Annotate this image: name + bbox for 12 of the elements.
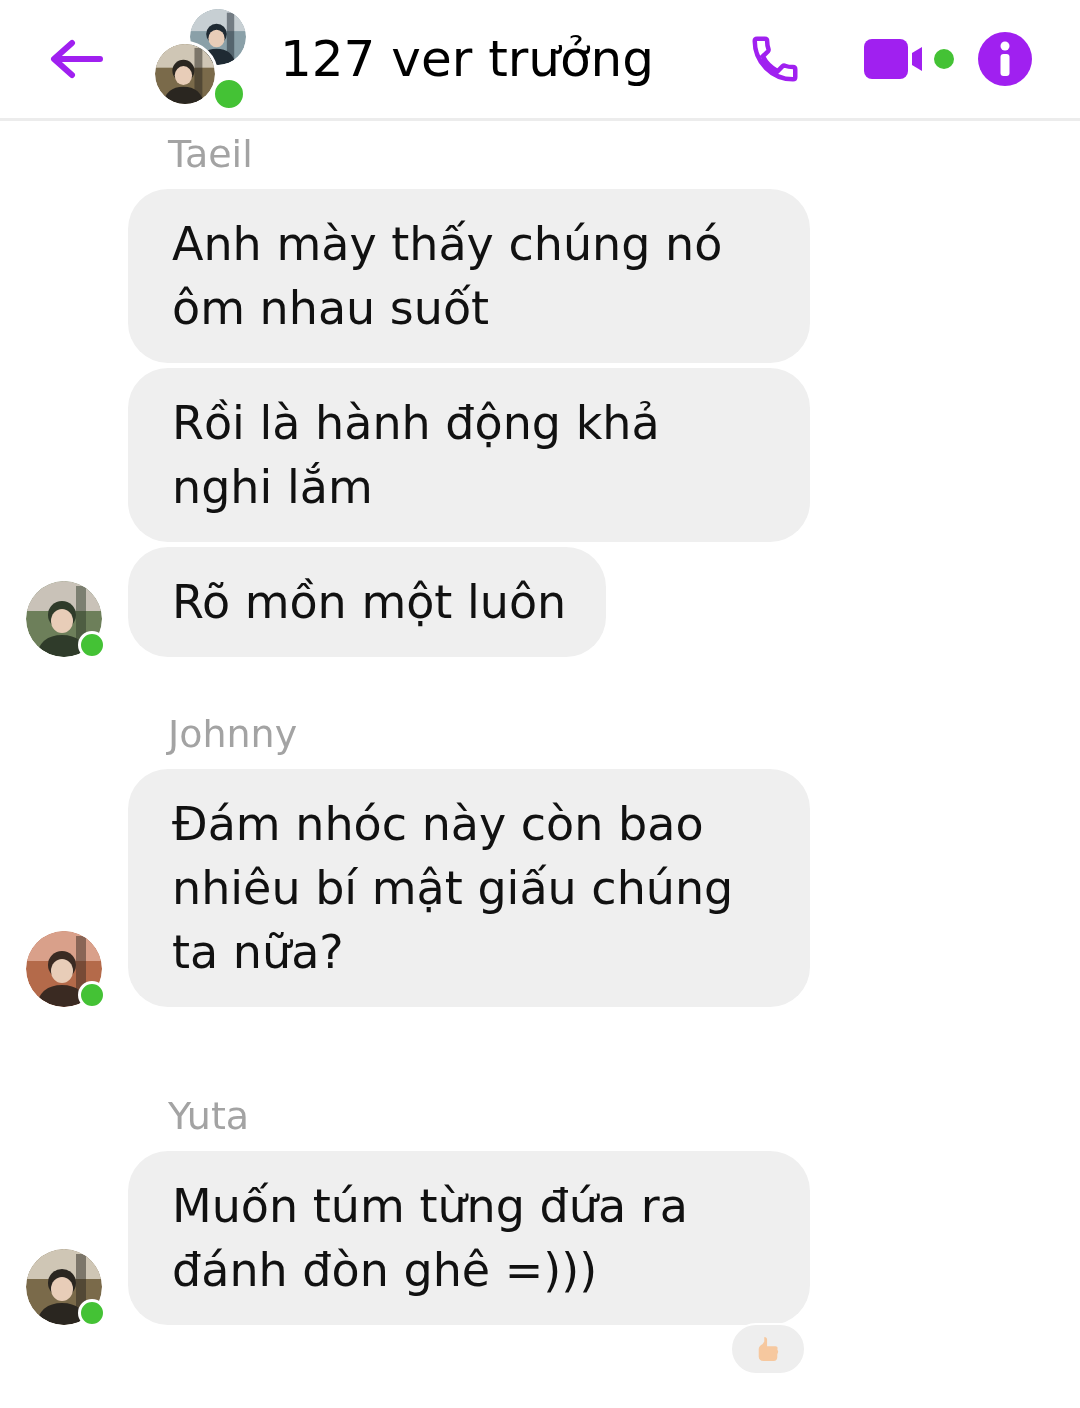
sender-name: Yuta	[168, 1093, 251, 1140]
message-bubble: Anh mày thấy chúng nó ôm nhau suốt	[128, 189, 810, 363]
info-icon[interactable]	[978, 32, 1032, 86]
sender-name: Johnny	[168, 711, 299, 758]
message-bubble: Muốn túm từng đứa ra đánh đòn ghê =)))	[128, 1151, 810, 1325]
conversation-title: 127 ver trưởng	[280, 34, 654, 84]
message-bubble: Rồi là hành động khả nghi lắm	[128, 368, 810, 542]
sender-name: Taeil	[168, 131, 254, 178]
back-arrow-icon[interactable]	[48, 39, 104, 79]
video-camera-icon[interactable]	[864, 37, 956, 81]
message-bubble: Rõ mồn một luôn	[128, 547, 607, 657]
message-bubble: Đám nhóc này còn bao nhiêu bí mật giấu chúng ta nữa?	[128, 769, 810, 1007]
